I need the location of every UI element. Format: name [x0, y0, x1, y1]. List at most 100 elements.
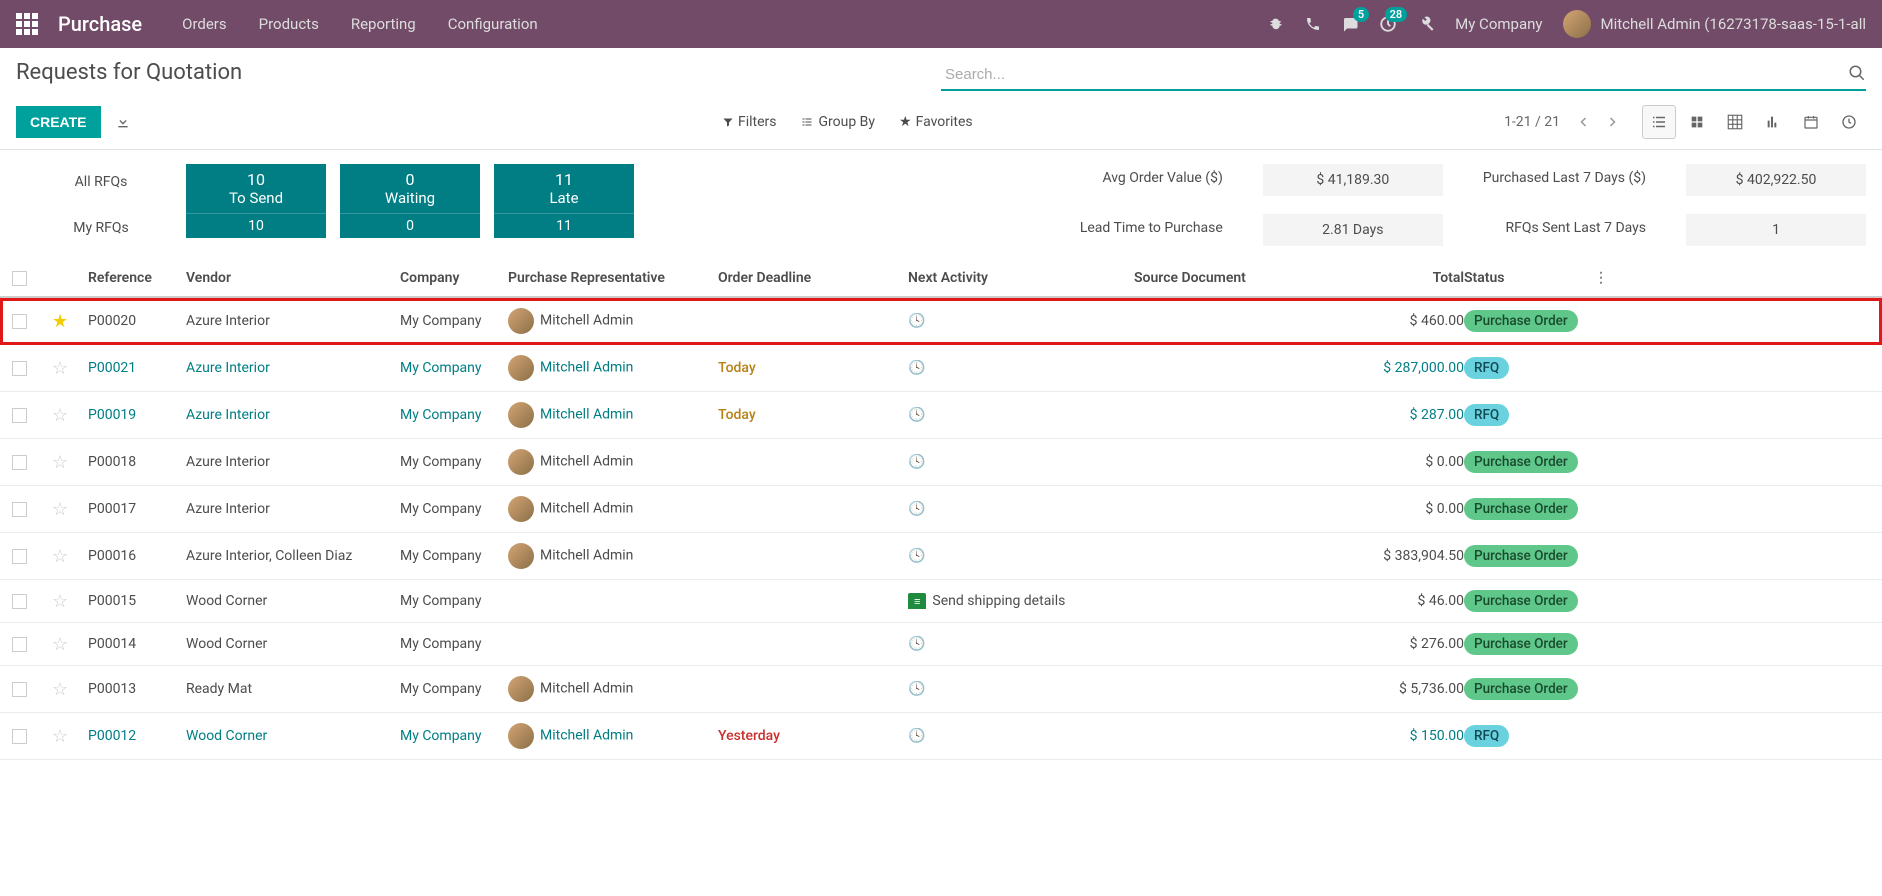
activities-icon[interactable]: 28	[1379, 15, 1397, 33]
cell-vendor[interactable]: Wood Corner	[186, 728, 400, 744]
table-row[interactable]: ☆P00021Azure InteriorMy CompanyMitchell …	[0, 345, 1882, 392]
cell-company[interactable]: My Company	[400, 636, 508, 652]
cell-total[interactable]: $ 276.00	[1374, 636, 1464, 652]
row-checkbox[interactable]	[12, 361, 27, 376]
cell-company[interactable]: My Company	[400, 501, 508, 517]
row-checkbox[interactable]	[12, 502, 27, 517]
cell-reference[interactable]: P00017	[88, 501, 186, 517]
stat-avg-order-value[interactable]: $ 41,189.30	[1263, 164, 1443, 196]
company-selector[interactable]: My Company	[1455, 15, 1542, 33]
row-checkbox[interactable]	[12, 729, 27, 744]
search-icon[interactable]	[1848, 64, 1866, 82]
tile-to-send[interactable]: 10 To Send	[186, 164, 326, 213]
create-button[interactable]: CREATE	[16, 106, 101, 138]
tile-my-waiting[interactable]: 0	[340, 213, 480, 238]
cell-rep[interactable]: Mitchell Admin	[508, 543, 718, 569]
view-graph-icon[interactable]	[1756, 105, 1790, 139]
tile-my-to-send[interactable]: 10	[186, 213, 326, 238]
cell-total[interactable]: $ 5,736.00	[1374, 681, 1464, 697]
col-options-icon[interactable]: ⋮	[1594, 270, 1610, 286]
cell-vendor[interactable]: Azure Interior	[186, 501, 400, 517]
cell-vendor[interactable]: Wood Corner	[186, 636, 400, 652]
table-row[interactable]: ☆P00012Wood CornerMy CompanyMitchell Adm…	[0, 713, 1882, 760]
cell-activity[interactable]: 🕓	[908, 728, 1134, 744]
cell-company[interactable]: My Company	[400, 593, 508, 609]
cell-reference[interactable]: P00018	[88, 454, 186, 470]
table-row[interactable]: ☆P00019Azure InteriorMy CompanyMitchell …	[0, 392, 1882, 439]
tools-icon[interactable]	[1417, 15, 1435, 33]
cell-total[interactable]: $ 46.00	[1374, 593, 1464, 609]
row-checkbox[interactable]	[12, 549, 27, 564]
star-icon[interactable]: ☆	[52, 679, 68, 700]
cell-total[interactable]: $ 287,000.00	[1374, 360, 1464, 376]
col-company[interactable]: Company	[400, 270, 508, 286]
clock-icon[interactable]: 🕓	[908, 407, 925, 423]
view-pivot-icon[interactable]	[1718, 105, 1752, 139]
cell-rep[interactable]: Mitchell Admin	[508, 449, 718, 475]
cell-reference[interactable]: P00015	[88, 593, 186, 609]
messages-icon[interactable]: 5	[1341, 15, 1359, 33]
row-checkbox[interactable]	[12, 455, 27, 470]
col-reference[interactable]: Reference	[88, 270, 186, 286]
star-icon[interactable]: ☆	[52, 405, 68, 426]
col-activity[interactable]: Next Activity	[908, 270, 1134, 286]
cell-total[interactable]: $ 383,904.50	[1374, 548, 1464, 564]
cell-company[interactable]: My Company	[400, 454, 508, 470]
cell-activity[interactable]: 🕓	[908, 360, 1134, 376]
clock-icon[interactable]: 🕓	[908, 313, 925, 329]
star-icon[interactable]: ☆	[52, 358, 68, 379]
all-rfqs-label[interactable]: All RFQs	[16, 174, 186, 190]
pager-next-icon[interactable]	[1602, 110, 1622, 134]
user-menu[interactable]: Mitchell Admin (16273178-saas-15-1-all	[1563, 10, 1867, 38]
col-vendor[interactable]: Vendor	[186, 270, 400, 286]
clock-icon[interactable]: 🕓	[908, 501, 925, 517]
clock-icon[interactable]: 🕓	[908, 681, 925, 697]
tile-my-late[interactable]: 11	[494, 213, 634, 238]
cell-activity[interactable]: 🕓	[908, 681, 1134, 697]
row-checkbox[interactable]	[12, 637, 27, 652]
col-rep[interactable]: Purchase Representative	[508, 270, 718, 286]
col-total[interactable]: Total	[1374, 270, 1464, 286]
view-list-icon[interactable]	[1642, 105, 1676, 139]
table-row[interactable]: ☆P00015Wood CornerMy Company≡Send shippi…	[0, 580, 1882, 623]
apps-icon[interactable]	[16, 13, 38, 35]
favorites-button[interactable]: ★ Favorites	[899, 114, 973, 130]
nav-orders[interactable]: Orders	[182, 15, 227, 33]
star-icon[interactable]: ★	[52, 311, 68, 332]
cell-activity[interactable]: 🕓	[908, 313, 1134, 329]
cell-reference[interactable]: P00020	[88, 313, 186, 329]
cell-vendor[interactable]: Azure Interior	[186, 454, 400, 470]
cell-reference[interactable]: P00021	[88, 360, 186, 376]
select-all-checkbox[interactable]	[12, 271, 27, 286]
nav-configuration[interactable]: Configuration	[448, 15, 538, 33]
cell-rep[interactable]: Mitchell Admin	[508, 676, 718, 702]
cell-vendor[interactable]: Wood Corner	[186, 593, 400, 609]
tile-late[interactable]: 11 Late	[494, 164, 634, 213]
cell-reference[interactable]: P00019	[88, 407, 186, 423]
cell-company[interactable]: My Company	[400, 728, 508, 744]
clock-icon[interactable]: 🕓	[908, 548, 925, 564]
row-checkbox[interactable]	[12, 594, 27, 609]
table-row[interactable]: ★P00020Azure InteriorMy CompanyMitchell …	[0, 298, 1882, 345]
phone-icon[interactable]	[1305, 16, 1321, 32]
table-row[interactable]: ☆P00014Wood CornerMy Company🕓$ 276.00Pur…	[0, 623, 1882, 666]
cell-total[interactable]: $ 0.00	[1374, 454, 1464, 470]
cell-company[interactable]: My Company	[400, 313, 508, 329]
cell-rep[interactable]: Mitchell Admin	[508, 355, 718, 381]
cell-vendor[interactable]: Azure Interior, Colleen Diaz	[186, 548, 400, 564]
cell-company[interactable]: My Company	[400, 548, 508, 564]
pager-prev-icon[interactable]	[1574, 110, 1594, 134]
cell-reference[interactable]: P00016	[88, 548, 186, 564]
col-deadline[interactable]: Order Deadline	[718, 270, 908, 286]
table-row[interactable]: ☆ P00018Azure InteriorMy CompanyMitchell …	[0, 439, 1882, 486]
cell-total[interactable]: $ 0.00	[1374, 501, 1464, 517]
clock-icon[interactable]: 🕓	[908, 454, 925, 470]
nav-reporting[interactable]: Reporting	[351, 15, 416, 33]
star-icon[interactable]: ☆	[52, 726, 68, 747]
star-icon[interactable]: ☆	[52, 452, 68, 473]
cell-rep[interactable]: Mitchell Admin	[508, 723, 718, 749]
cell-activity[interactable]: 🕓	[908, 548, 1134, 564]
nav-products[interactable]: Products	[259, 15, 319, 33]
stat-purchased-7d-value[interactable]: $ 402,922.50	[1686, 164, 1866, 196]
cell-vendor[interactable]: Azure Interior	[186, 407, 400, 423]
